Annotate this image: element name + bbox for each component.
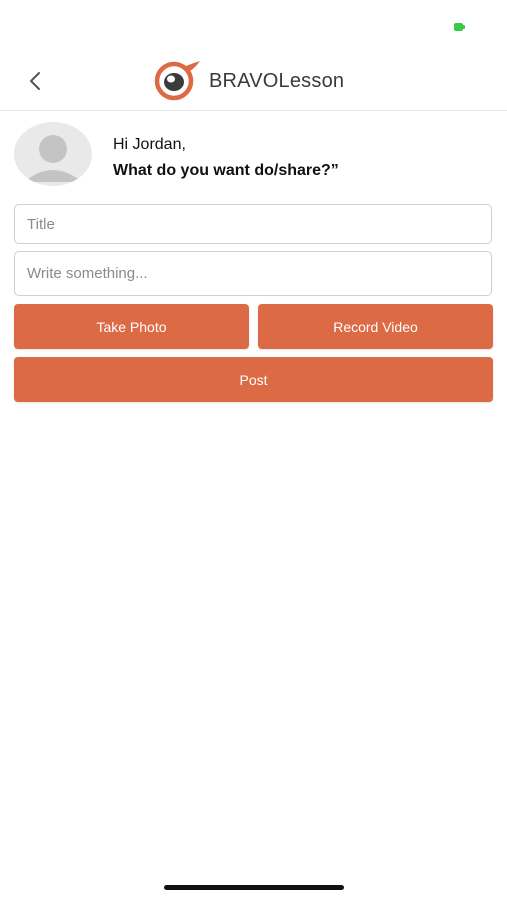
back-button[interactable] (22, 64, 52, 96)
title-input[interactable] (14, 204, 492, 244)
share-prompt: What do you want do/share?” (113, 162, 339, 179)
brand-name: BRAVOLesson (209, 69, 345, 92)
brand-logo: BRAVOLesson (150, 60, 344, 102)
take-photo-button[interactable]: Take Photo (14, 304, 249, 349)
default-user-avatar-icon (24, 135, 82, 182)
post-button[interactable]: Post (14, 357, 493, 402)
greeting-block: Hi Jordan, What do you want do/share?” (113, 132, 339, 184)
eye-logo-icon (154, 61, 200, 101)
home-indicator[interactable] (164, 885, 344, 890)
write-something-input[interactable] (14, 251, 492, 296)
battery-icon (454, 23, 465, 31)
greeting-text: Hi Jordan, (113, 136, 186, 153)
app-header: BRAVOLesson (0, 50, 507, 111)
avatar (14, 122, 92, 186)
status-bar (0, 0, 507, 50)
record-video-button[interactable]: Record Video (258, 304, 493, 349)
chevron-left-icon (30, 72, 40, 90)
